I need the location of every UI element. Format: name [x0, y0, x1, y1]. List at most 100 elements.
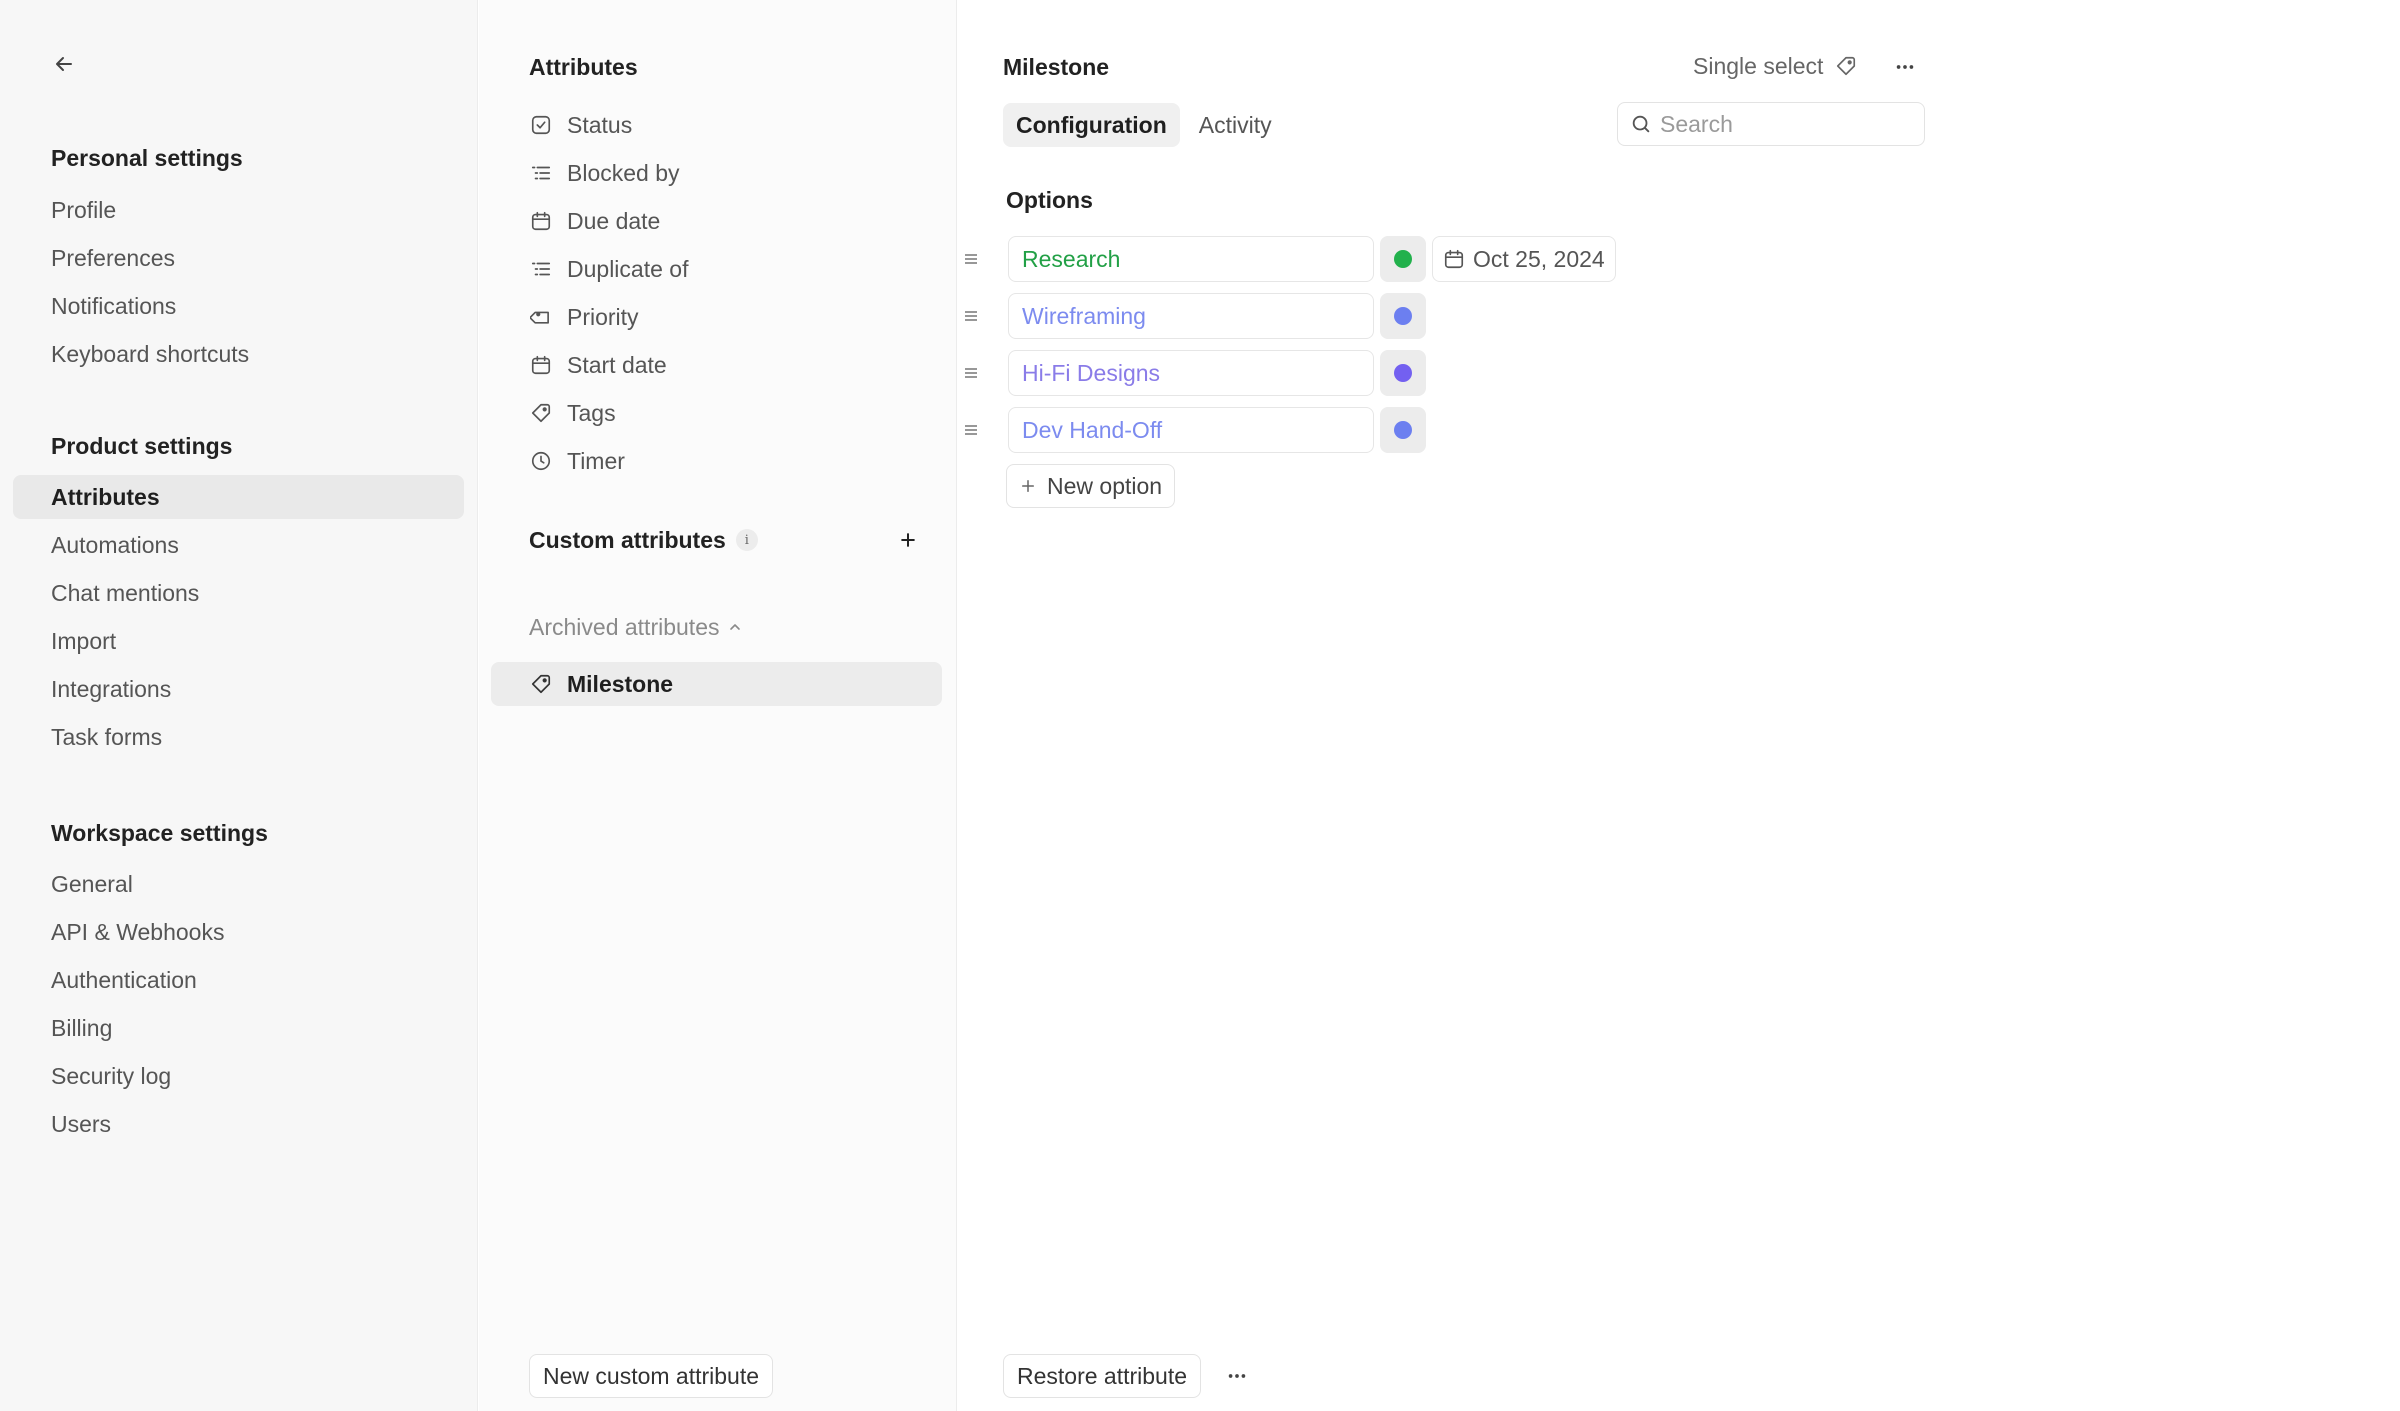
detail-tabs: Configuration Activity [1003, 103, 1285, 147]
new-custom-attribute-button[interactable]: New custom attribute [529, 1354, 774, 1398]
new-option-button[interactable]: New option [1006, 464, 1176, 508]
back-button[interactable] [48, 48, 80, 80]
option-row [958, 407, 2400, 453]
drag-handle-icon[interactable] [958, 414, 984, 446]
attribute-label: Priority [567, 303, 639, 330]
options-heading: Options [1006, 187, 1093, 213]
more-horizontal-icon [1896, 65, 1914, 69]
nav-item-users[interactable]: Users [13, 1102, 464, 1146]
attribute-type-label: Single select [1693, 52, 1824, 79]
new-option-label: New option [1047, 472, 1163, 499]
search-input[interactable] [1660, 110, 1910, 138]
attribute-item-priority[interactable]: Priority [529, 299, 639, 335]
attributes-panel: Attributes Status Blocked by Due date Du… [479, 0, 957, 1411]
nav-item-general[interactable]: General [13, 862, 464, 906]
archived-attributes-toggle[interactable]: Archived attributes [529, 612, 743, 642]
nav-item-keyboard-shortcuts[interactable]: Keyboard shortcuts [13, 332, 464, 376]
info-icon[interactable]: i [735, 529, 758, 551]
workspace-settings-heading: Workspace settings [51, 820, 268, 846]
color-dot [1394, 307, 1412, 325]
clock-icon [529, 449, 553, 473]
search-icon [1632, 115, 1650, 133]
nav-item-integrations[interactable]: Integrations [13, 667, 464, 711]
drag-handle-icon[interactable] [958, 243, 984, 275]
option-color-button[interactable] [1380, 407, 1426, 453]
attribute-item-due-date[interactable]: Due date [529, 203, 660, 239]
attribute-item-tags[interactable]: Tags [529, 395, 616, 431]
archived-attribute-label: Milestone [567, 670, 674, 697]
settings-nav: Personal settings Profile Preferences No… [0, 0, 478, 1411]
nav-item-automations[interactable]: Automations [13, 523, 464, 567]
tag-icon [1837, 56, 1856, 76]
option-name-input[interactable] [1008, 350, 1374, 396]
list-indent-icon [529, 257, 553, 281]
nav-item-billing[interactable]: Billing [13, 1006, 464, 1050]
nav-item-authentication[interactable]: Authentication [13, 958, 464, 1002]
attribute-detail-panel: Milestone Single select Configuration Ac… [958, 0, 2400, 1411]
calendar-icon [529, 353, 553, 377]
option-color-button[interactable] [1380, 350, 1426, 396]
drag-handle-icon[interactable] [958, 300, 984, 332]
custom-attributes-header: Custom attributes i [529, 522, 922, 558]
attribute-label: Timer [567, 447, 625, 474]
nav-item-attributes[interactable]: Attributes [13, 475, 464, 519]
option-date-chip[interactable]: Oct 25, 2024 [1432, 236, 1616, 282]
nav-item-preferences[interactable]: Preferences [13, 236, 464, 280]
calendar-icon [529, 209, 553, 233]
nav-item-import[interactable]: Import [13, 619, 464, 663]
chevron-up-icon [730, 624, 741, 630]
attribute-title: Milestone [1003, 54, 1110, 80]
plus-icon [1022, 480, 1034, 492]
personal-settings-heading: Personal settings [51, 145, 243, 171]
nav-item-chat-mentions[interactable]: Chat mentions [13, 571, 464, 615]
option-name-input[interactable] [1008, 236, 1374, 282]
option-row: Oct 25, 2024 [958, 236, 2400, 282]
attribute-label: Duplicate of [567, 255, 689, 282]
attribute-item-duplicate-of[interactable]: Duplicate of [529, 251, 688, 287]
attribute-item-status[interactable]: Status [529, 107, 632, 143]
more-options-button[interactable] [1888, 50, 1922, 84]
attribute-label: Status [567, 111, 633, 138]
attributes-heading: Attributes [529, 54, 638, 80]
nav-item-profile[interactable]: Profile [13, 188, 464, 232]
option-name-input[interactable] [1008, 293, 1374, 339]
plus-icon [901, 533, 915, 547]
tag-icon [529, 672, 553, 696]
list-indent-icon [529, 161, 553, 185]
option-date: Oct 25, 2024 [1473, 245, 1605, 272]
attribute-label: Blocked by [567, 159, 680, 186]
attribute-label: Tags [567, 399, 616, 426]
nav-item-task-forms[interactable]: Task forms [13, 715, 464, 759]
nav-item-notifications[interactable]: Notifications [13, 284, 464, 328]
add-custom-attribute-button[interactable] [894, 526, 922, 554]
tag-icon [529, 305, 553, 329]
archived-attribute-milestone[interactable]: Milestone [491, 662, 942, 706]
drag-handle-icon[interactable] [958, 357, 984, 389]
option-color-button[interactable] [1380, 293, 1426, 339]
attribute-type[interactable]: Single select [1693, 50, 1857, 82]
restore-attribute-button[interactable]: Restore attribute [1003, 1354, 1202, 1398]
option-color-button[interactable] [1380, 236, 1426, 282]
arrow-left-icon [56, 57, 72, 71]
product-settings-heading: Product settings [51, 433, 233, 459]
tab-configuration[interactable]: Configuration [1003, 103, 1180, 147]
attribute-item-blocked-by[interactable]: Blocked by [529, 155, 680, 191]
calendar-icon [1444, 249, 1464, 269]
option-name-input[interactable] [1008, 407, 1374, 453]
color-dot [1394, 364, 1412, 382]
attribute-item-timer[interactable]: Timer [529, 443, 625, 479]
attribute-label: Due date [567, 207, 661, 234]
custom-attributes-heading: Custom attributes [529, 526, 726, 553]
attribute-item-start-date[interactable]: Start date [529, 347, 667, 383]
checkbox-icon [529, 113, 553, 137]
tag-icon [529, 401, 553, 425]
nav-item-security-log[interactable]: Security log [13, 1054, 464, 1098]
footer-more-button[interactable] [1220, 1359, 1254, 1393]
search-box [1617, 102, 1925, 146]
option-row [958, 350, 2400, 396]
color-dot [1394, 250, 1412, 268]
tab-activity[interactable]: Activity [1186, 103, 1285, 147]
nav-item-api-webhooks[interactable]: API & Webhooks [13, 910, 464, 954]
more-horizontal-icon [1228, 1374, 1246, 1378]
attribute-label: Start date [567, 351, 667, 378]
